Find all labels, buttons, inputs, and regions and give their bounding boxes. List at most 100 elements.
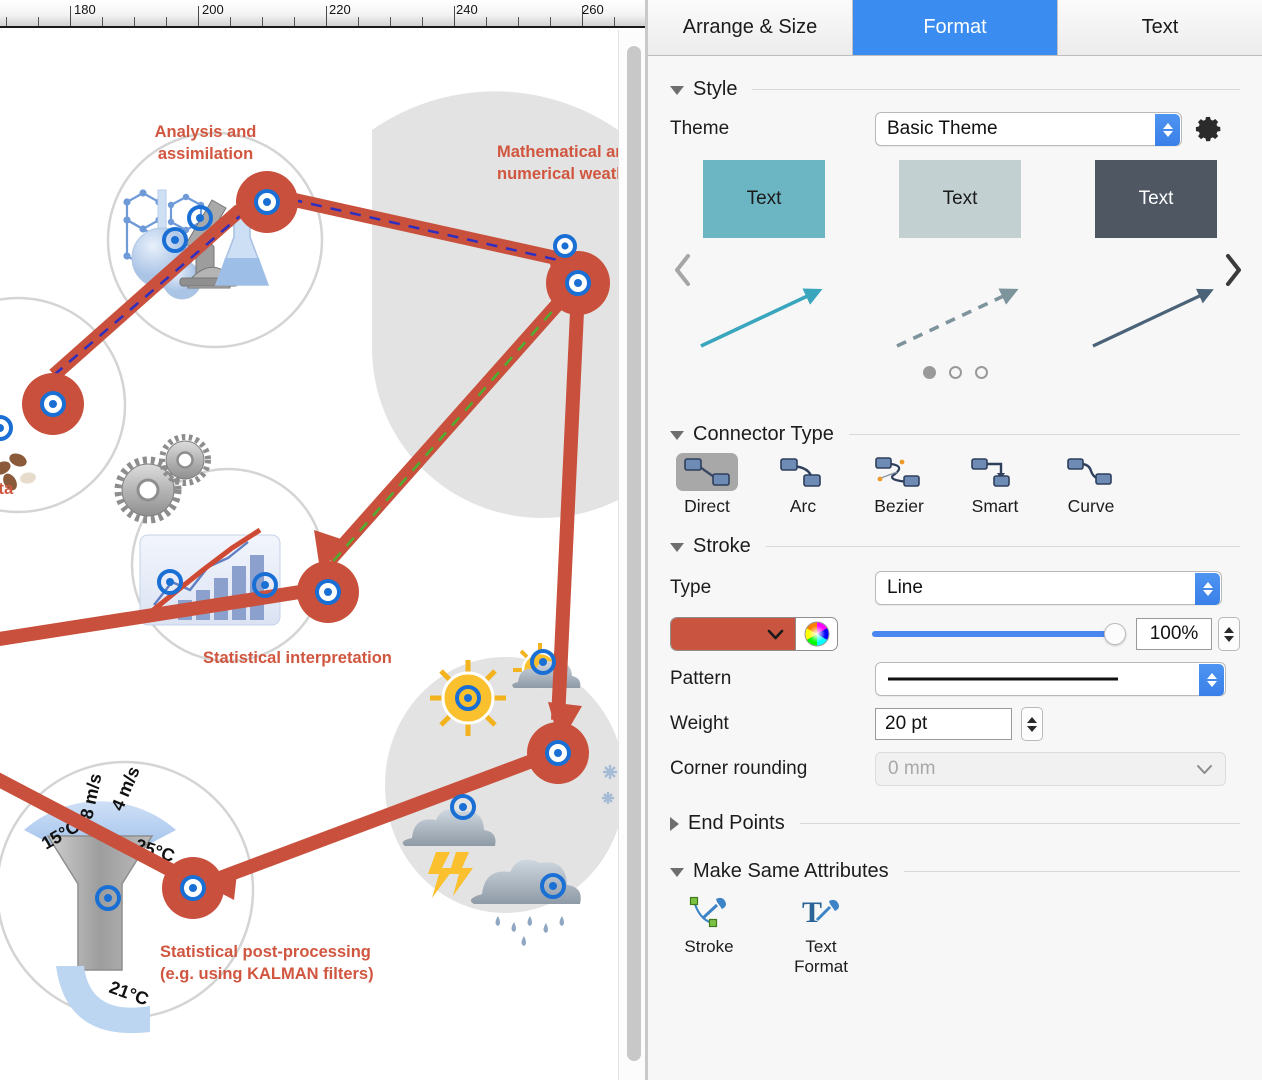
- direct-connector-icon: [684, 458, 730, 486]
- ruler-minor-tick: [294, 17, 295, 26]
- style-section-header[interactable]: Style: [648, 72, 1262, 106]
- scrollbar-thumb[interactable]: [627, 46, 641, 1061]
- corner-rounding-select: 0 mm: [875, 752, 1226, 786]
- stroke-color-control[interactable]: [670, 617, 838, 651]
- connector-type-direct[interactable]: Direct: [670, 453, 744, 517]
- color-wheel-icon[interactable]: [795, 618, 837, 650]
- stroke-color-swatch[interactable]: [671, 618, 795, 650]
- make-same-text-format-label: Text Format: [794, 937, 848, 977]
- stroke-opacity-control[interactable]: 100%: [872, 617, 1240, 651]
- style-arrow-1[interactable]: [696, 278, 832, 356]
- tab-arrange-size[interactable]: Arrange & Size: [648, 0, 853, 55]
- stroke-pattern-select[interactable]: [875, 662, 1226, 696]
- style-swatch-2[interactable]: Text: [899, 160, 1021, 238]
- theme-select[interactable]: Basic Theme: [875, 112, 1182, 146]
- ruler-minor-tick: [390, 17, 391, 26]
- style-swatch-3[interactable]: Text: [1095, 160, 1217, 238]
- ruler-major-tick: [198, 6, 199, 26]
- opacity-slider[interactable]: [872, 623, 1126, 645]
- ruler-major-tick: [326, 6, 327, 26]
- stroke-disclosure-triangle[interactable]: [670, 543, 684, 552]
- connector-type-rule: [848, 433, 1240, 435]
- canvas-vertical-scrollbar[interactable]: [618, 30, 648, 1080]
- solid-line-preview-icon: [888, 677, 1118, 681]
- tab-format[interactable]: Format: [853, 0, 1058, 55]
- ruler-minor-tick: [486, 17, 487, 26]
- ruler-minor-tick: [614, 17, 615, 26]
- node-weather-model[interactable]: [527, 722, 589, 784]
- make-same-attributes-section-header[interactable]: Make Same Attributes: [648, 854, 1262, 888]
- style-preview-row: Text Text Text: [648, 160, 1262, 260]
- style-swatch-1[interactable]: Text: [703, 160, 825, 238]
- ruler-minor-tick: [358, 17, 359, 26]
- stroke-weight-input[interactable]: 20 pt: [875, 708, 1012, 740]
- make-same-text-format-button[interactable]: T Text Format: [782, 894, 860, 977]
- end-points-section-title: End Points: [688, 811, 785, 834]
- end-points-rule: [799, 822, 1240, 824]
- pagination-dot-1[interactable]: [922, 366, 936, 379]
- arc-connector-icon: [780, 458, 821, 487]
- chevron-down-icon: [767, 629, 784, 639]
- connector-type-smart-label: Smart: [971, 496, 1019, 516]
- stroke-weight-label: Weight: [670, 713, 729, 734]
- style-arrow-2[interactable]: [892, 278, 1028, 356]
- ruler-major-tick: [70, 6, 71, 26]
- pagination-dot-2[interactable]: [948, 366, 962, 379]
- canvas-pane[interactable]: 1802002202402602803: [0, 0, 648, 1080]
- style-pagination-dots[interactable]: [648, 366, 1262, 379]
- stroke-section-title: Stroke: [693, 534, 751, 557]
- connector-type-curve-label: Curve: [1067, 496, 1115, 516]
- make-same-disclosure-triangle[interactable]: [670, 868, 684, 877]
- style-arrow-3[interactable]: [1088, 278, 1224, 356]
- pagination-dot-3[interactable]: [974, 366, 988, 379]
- end-points-section-header[interactable]: End Points: [648, 806, 1262, 840]
- opacity-input[interactable]: 100%: [1136, 618, 1212, 650]
- stroke-type-value: Line: [887, 577, 923, 598]
- tab-text[interactable]: Text: [1058, 0, 1262, 55]
- make-same-rule: [903, 870, 1240, 872]
- end-points-disclosure-triangle[interactable]: [670, 816, 679, 831]
- stroke-weight-stepper[interactable]: [1021, 707, 1043, 741]
- slider-track: [872, 631, 1124, 637]
- connector-type-bezier[interactable]: Bezier: [862, 453, 936, 517]
- stroke-pattern-row: Pattern: [648, 662, 1262, 696]
- make-same-stroke-button[interactable]: Stroke: [670, 894, 748, 977]
- stroke-section-header[interactable]: Stroke: [648, 529, 1262, 563]
- style-disclosure-triangle[interactable]: [670, 86, 684, 95]
- diagram-canvas[interactable]: 8 m/s 4 m/s 15°C 25°C 21°C: [0, 30, 618, 1080]
- make-same-stroke-label: Stroke: [684, 937, 734, 956]
- connector-type-arc[interactable]: Arc: [766, 453, 840, 517]
- ruler-minor-tick: [38, 17, 39, 26]
- bezier-connector-icon: [875, 457, 920, 487]
- opacity-stepper[interactable]: [1218, 617, 1240, 651]
- node-postprocessing[interactable]: [162, 857, 224, 919]
- connector-type-smart[interactable]: Smart: [958, 453, 1032, 517]
- connector-type-disclosure-triangle[interactable]: [670, 431, 684, 440]
- chevron-updown-icon[interactable]: [1155, 114, 1180, 146]
- stroke-rule: [765, 545, 1240, 547]
- connector-type-curve[interactable]: Curve: [1054, 453, 1128, 517]
- svg-text:21°C: 21°C: [107, 977, 152, 1010]
- format-inspector-panel: Arrange & Size Format Text Style Theme B…: [648, 0, 1262, 1080]
- stroke-type-label: Type: [670, 577, 712, 598]
- theme-row: Theme Basic Theme: [648, 112, 1262, 146]
- artboard[interactable]: 8 m/s 4 m/s 15°C 25°C 21°C Analysis and …: [0, 30, 618, 1080]
- chevron-updown-icon[interactable]: [1199, 664, 1224, 696]
- gear-icon[interactable]: [1195, 114, 1225, 144]
- corner-rounding-row: Corner rounding 0 mm: [648, 752, 1262, 786]
- stroke-color-opacity-row: 100%: [648, 617, 1262, 651]
- text-format-eyedropper-icon: T: [802, 896, 839, 929]
- inspector-tabbar: Arrange & Size Format Text: [648, 0, 1262, 56]
- connector-type-section-header[interactable]: Connector Type: [648, 417, 1262, 451]
- node-analysis[interactable]: [236, 171, 298, 233]
- node-statistical-interpretation[interactable]: [297, 561, 359, 623]
- ruler-minor-tick: [230, 17, 231, 26]
- ruler-label: 200: [202, 2, 224, 17]
- connector-type-bezier-label: Bezier: [874, 496, 924, 516]
- stroke-type-select[interactable]: Line: [875, 571, 1222, 605]
- slider-thumb[interactable]: [1104, 623, 1126, 645]
- node-process-data[interactable]: [22, 373, 84, 435]
- ruler-label: 240: [456, 2, 478, 17]
- chevron-left-icon[interactable]: [668, 248, 698, 292]
- chevron-updown-icon[interactable]: [1195, 573, 1220, 605]
